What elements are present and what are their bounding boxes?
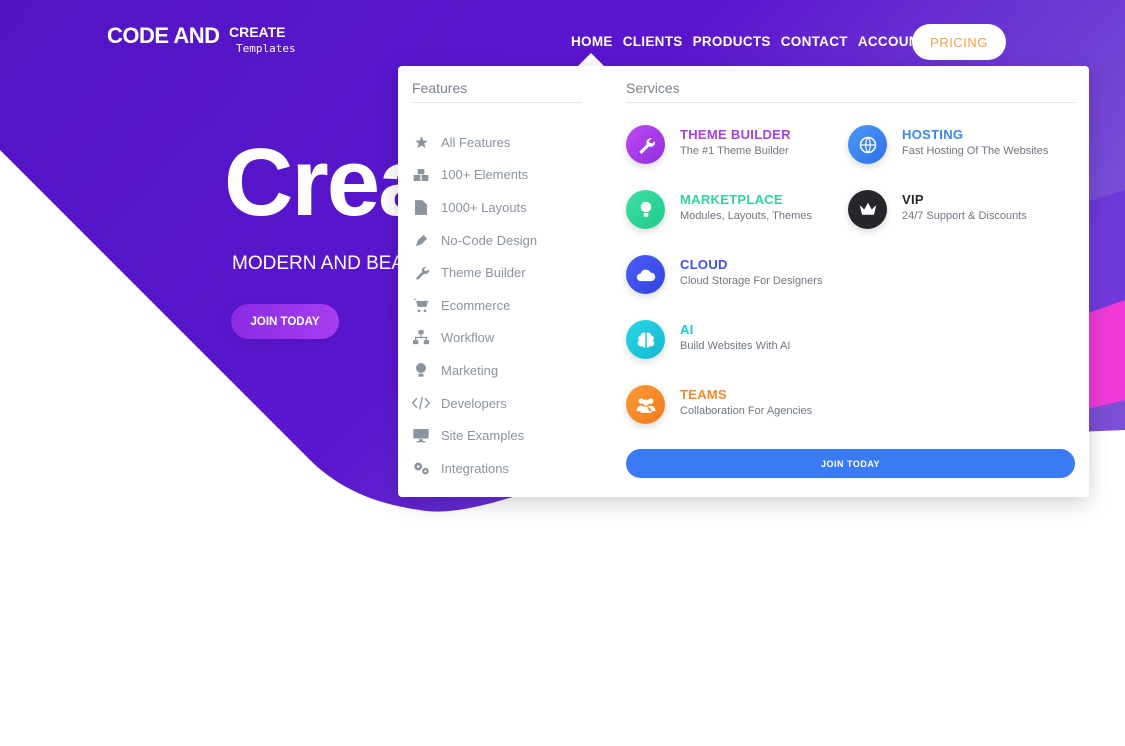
feature-label: No-Code Design (441, 232, 538, 248)
nav-contact[interactable]: CONTACT (781, 34, 848, 49)
feature-label: Integrations (441, 460, 509, 476)
service-title: THEME BUILDER (680, 127, 791, 142)
service-cloud[interactable]: CLOUD Cloud Storage For Designers (626, 255, 822, 294)
service-title: AI (680, 322, 694, 337)
nav-clients[interactable]: CLIENTS (623, 34, 683, 49)
service-theme-builder[interactable]: THEME BUILDER The #1 Theme Builder (626, 125, 791, 164)
nav-products[interactable]: PRODUCTS (693, 34, 771, 49)
boxes-icon (412, 167, 430, 183)
service-desc: Fast Hosting Of The Websites (902, 145, 1049, 157)
file-icon (412, 199, 430, 215)
hero-join-button[interactable]: JOIN TODAY (231, 304, 339, 339)
service-title: VIP (902, 192, 924, 207)
monitor-icon (412, 428, 430, 444)
feature-site-examples[interactable]: Site Examples (412, 419, 537, 452)
feature-developers[interactable]: Developers (412, 387, 537, 420)
pricing-button[interactable]: PRICING (912, 24, 1006, 60)
wrench-icon (412, 265, 430, 281)
star-icon (412, 134, 430, 150)
feature-label: Ecommerce (441, 297, 511, 313)
dropdown-caret (578, 53, 604, 66)
pen-icon (412, 232, 430, 248)
main-nav: HOME CLIENTS PRODUCTS CONTACT ACCOUNT (571, 34, 937, 49)
feature-layouts[interactable]: 1000+ Layouts (412, 191, 537, 224)
service-title: CLOUD (680, 257, 728, 272)
feature-elements[interactable]: 100+ Elements (412, 159, 537, 192)
features-list: All Features 100+ Elements 1000+ Layouts… (412, 126, 537, 485)
service-desc: Modules, Layouts, Themes (680, 210, 812, 222)
feature-all-features[interactable]: All Features (412, 126, 537, 159)
crown-icon (848, 190, 887, 229)
cart-icon (412, 297, 430, 313)
feature-integrations[interactable]: Integrations (412, 452, 537, 485)
sitemap-icon (412, 330, 430, 346)
code-icon (412, 395, 430, 411)
wrench-icon (626, 125, 665, 164)
service-vip[interactable]: VIP 24/7 Support & Discounts (848, 190, 1027, 229)
service-hosting[interactable]: HOSTING Fast Hosting Of The Websites (848, 125, 1048, 164)
feature-label: Workflow (441, 330, 495, 346)
mega-menu: Features Services All Features 100+ Elem… (398, 66, 1089, 497)
feature-marketing[interactable]: Marketing (412, 354, 537, 387)
feature-label: 100+ Elements (441, 167, 529, 183)
feature-label: Site Examples (441, 428, 525, 444)
feature-label: All Features (441, 134, 511, 150)
cloud-icon (626, 255, 665, 294)
service-desc: 24/7 Support & Discounts (902, 210, 1027, 222)
lightbulb-icon (412, 362, 430, 378)
service-desc: Build Websites With AI (680, 340, 791, 352)
service-ai[interactable]: AI Build Websites With AI (626, 320, 790, 359)
hero-subtitle: MODERN AND BEAU (232, 253, 418, 274)
logo-create: CREATE (229, 24, 286, 40)
feature-theme-builder[interactable]: Theme Builder (412, 256, 537, 289)
cogs-icon (412, 460, 430, 476)
features-heading: Features (412, 80, 582, 103)
feature-label: Developers (441, 395, 507, 411)
feature-label: Marketing (441, 362, 499, 378)
service-title: HOSTING (902, 127, 964, 142)
service-title: MARKETPLACE (680, 192, 783, 207)
feature-workflow[interactable]: Workflow (412, 322, 537, 355)
feature-label: 1000+ Layouts (441, 199, 527, 215)
dropdown-join-button[interactable]: JOIN TODAY (626, 449, 1075, 478)
feature-label: Theme Builder (441, 265, 526, 281)
service-marketplace[interactable]: MARKETPLACE Modules, Layouts, Themes (626, 190, 812, 229)
nav-home[interactable]: HOME (571, 34, 613, 49)
users-icon (626, 385, 665, 424)
lightbulb-icon (626, 190, 665, 229)
logo-main: CODE AND (107, 23, 220, 48)
logo-templates: Templates (236, 42, 296, 55)
service-title: TEAMS (680, 387, 727, 402)
service-desc: The #1 Theme Builder (680, 145, 789, 157)
service-desc: Cloud Storage For Designers (680, 275, 823, 287)
service-teams[interactable]: TEAMS Collaboration For Agencies (626, 385, 812, 424)
globe-icon (848, 125, 887, 164)
service-desc: Collaboration For Agencies (680, 405, 813, 417)
feature-no-code-design[interactable]: No-Code Design (412, 224, 537, 257)
services-heading: Services (626, 80, 1075, 103)
brain-icon (626, 320, 665, 359)
feature-ecommerce[interactable]: Ecommerce (412, 289, 537, 322)
